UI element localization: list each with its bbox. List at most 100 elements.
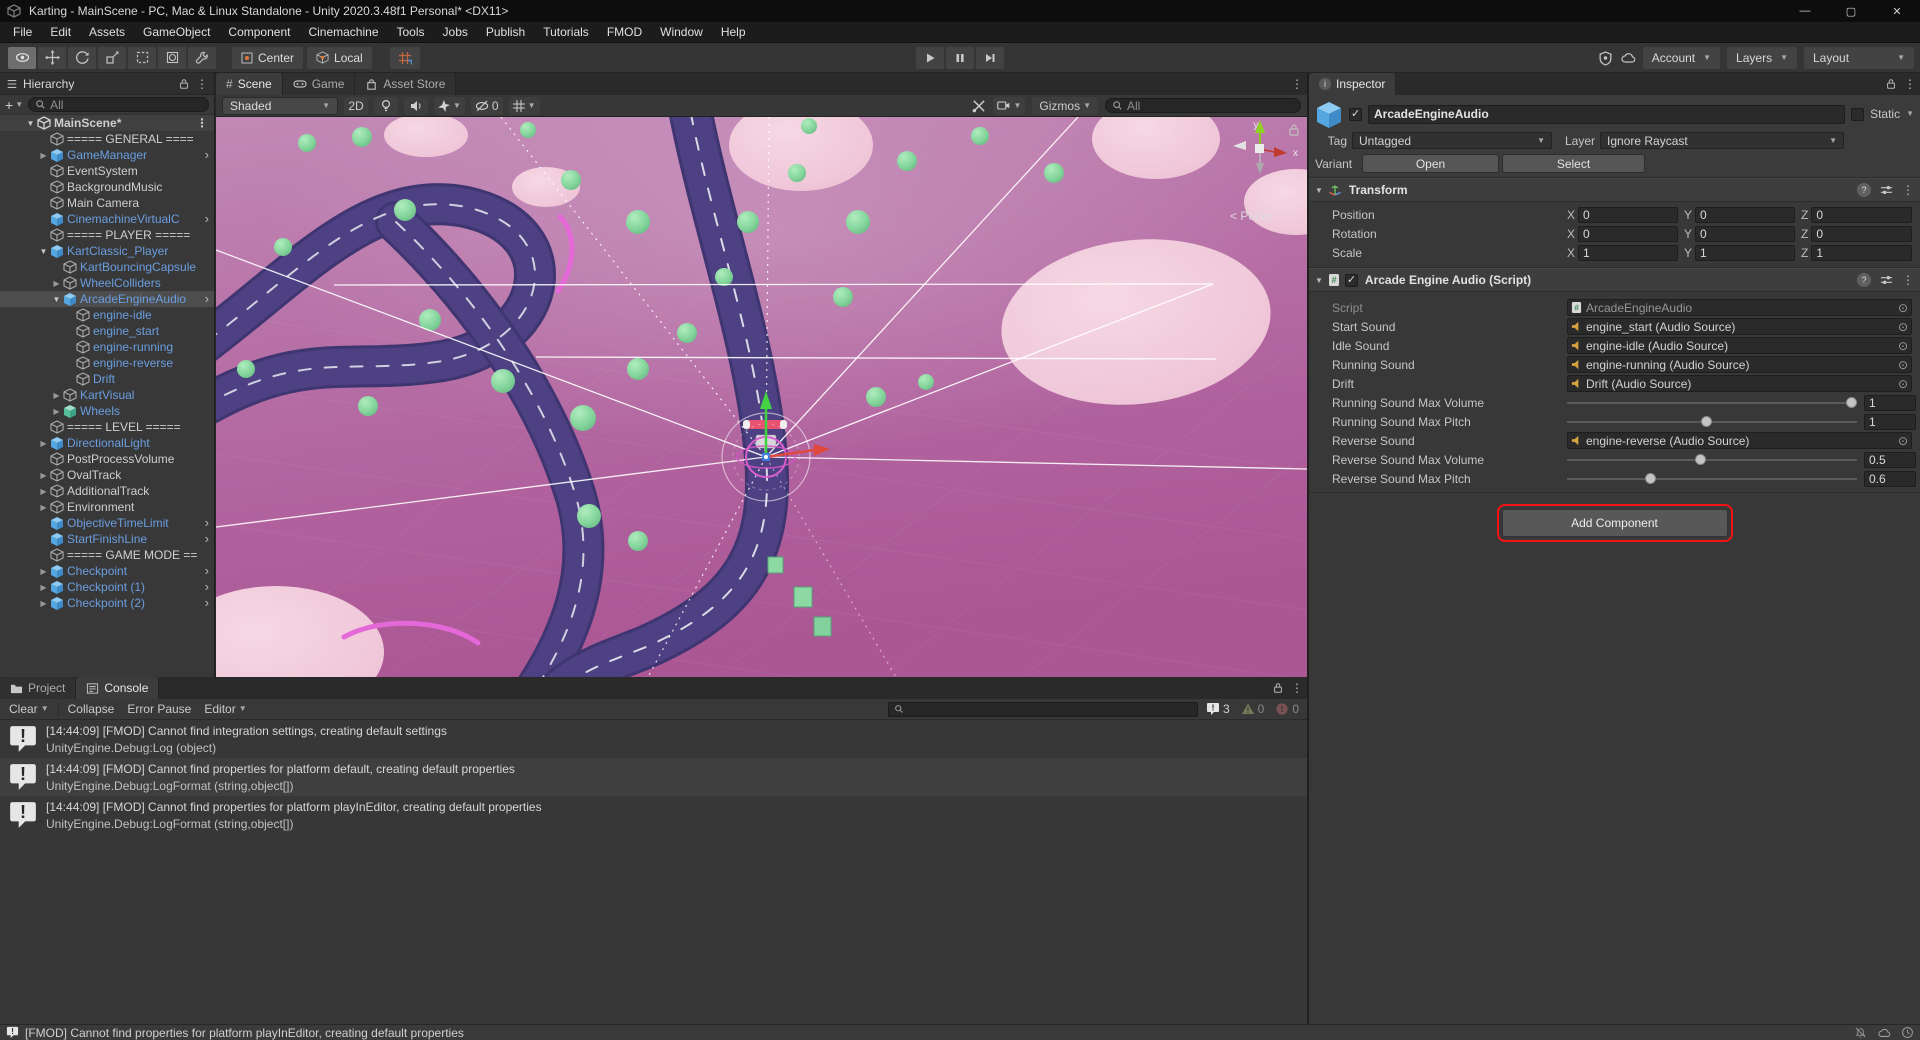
expand-icon[interactable]: ▶ xyxy=(37,583,50,592)
expand-icon[interactable]: ▼ xyxy=(24,119,37,128)
hierarchy-item-engine-start[interactable]: engine_start xyxy=(0,323,214,339)
help-icon[interactable]: ? xyxy=(1857,273,1871,287)
perspective-label[interactable]: < Persp xyxy=(1230,209,1272,223)
transform-component-header[interactable]: ▼ Transform ? ⋮ xyxy=(1309,178,1920,202)
expand-icon[interactable]: ▼ xyxy=(37,247,50,256)
expand-icon[interactable]: ▶ xyxy=(50,391,63,400)
lock-icon[interactable] xyxy=(1885,78,1897,90)
add-component-button[interactable]: Add Component xyxy=(1496,504,1733,542)
component-enabled-checkbox[interactable] xyxy=(1344,273,1358,287)
menu-edit[interactable]: Edit xyxy=(41,22,80,43)
kebab-menu-icon[interactable]: ⋮ xyxy=(1291,681,1303,695)
scene-camera-dropdown[interactable]: ▼ xyxy=(993,96,1026,115)
scene-viewport[interactable]: y x < Persp xyxy=(216,117,1307,677)
console-log-entry[interactable]: [14:44:09] [FMOD] Cannot find integratio… xyxy=(0,720,1307,758)
expand-icon[interactable]: ▶ xyxy=(37,471,50,480)
expand-icon[interactable]: ▶ xyxy=(50,279,63,288)
menu-tools[interactable]: Tools xyxy=(388,22,434,43)
object-picker-icon[interactable]: ⊙ xyxy=(1898,339,1908,353)
reverse-sound-max-volume-slider[interactable] xyxy=(1567,452,1857,468)
reverse-sound-max-pitch-input[interactable]: 0.6 xyxy=(1864,470,1916,487)
hierarchy-item-kartclassic-player[interactable]: ▼ KartClassic_Player xyxy=(0,243,214,259)
hierarchy-item-postprocessvolume[interactable]: PostProcessVolume xyxy=(0,451,214,467)
clear-button[interactable]: Clear ▼ xyxy=(5,699,53,720)
lock-icon[interactable] xyxy=(178,78,190,90)
start-sound-field[interactable]: engine_start (Audio Source) ⊙ xyxy=(1567,318,1912,335)
close-button[interactable]: ✕ xyxy=(1874,0,1920,22)
handle-rotation-button[interactable]: Local xyxy=(307,46,372,69)
kebab-menu-icon[interactable]: ⋮ xyxy=(1902,183,1914,197)
cloud-services-icon[interactable] xyxy=(1620,51,1636,65)
position-y-input[interactable]: 0 xyxy=(1695,206,1795,223)
log-count-badge[interactable]: 3 xyxy=(1203,702,1233,716)
prefab-select-button[interactable]: Select xyxy=(1502,154,1645,173)
drift-field[interactable]: Drift (Audio Source) ⊙ xyxy=(1567,375,1912,392)
menu-help[interactable]: Help xyxy=(712,22,755,43)
console-search-input[interactable] xyxy=(887,701,1198,717)
prefab-open-arrow-icon[interactable]: › xyxy=(205,516,209,530)
menu-tutorials[interactable]: Tutorials xyxy=(534,22,598,43)
object-picker-icon[interactable]: ⊙ xyxy=(1898,358,1908,372)
scene-audio-button[interactable] xyxy=(404,96,428,115)
tab-asset-store[interactable]: Asset Store xyxy=(355,73,457,95)
notifications-muted-icon[interactable] xyxy=(1854,1026,1867,1039)
pause-button[interactable] xyxy=(946,47,974,69)
hierarchy-item-level-divider[interactable]: ===== LEVEL ===== xyxy=(0,419,214,435)
scene-search-input[interactable]: All xyxy=(1105,98,1301,113)
presets-icon[interactable] xyxy=(1880,184,1893,197)
hierarchy-item-objectivetimelimit[interactable]: ObjectiveTimeLimit › xyxy=(0,515,214,531)
menu-gameobject[interactable]: GameObject xyxy=(134,22,219,43)
background-tasks-icon[interactable] xyxy=(1901,1026,1914,1039)
pivot-mode-button[interactable]: Center xyxy=(232,46,304,69)
hierarchy-item-maincamera[interactable]: Main Camera xyxy=(0,195,214,211)
kebab-menu-icon[interactable]: ⋮ xyxy=(1291,77,1303,91)
kebab-menu-icon[interactable]: ⋮ xyxy=(196,77,208,91)
prefab-open-button[interactable]: Open xyxy=(1362,154,1499,173)
expand-icon[interactable]: ▶ xyxy=(37,503,50,512)
prefab-open-arrow-icon[interactable]: › xyxy=(205,596,209,610)
active-checkbox[interactable] xyxy=(1349,107,1362,121)
hierarchy-item-eventsystem[interactable]: EventSystem xyxy=(0,163,214,179)
expand-icon[interactable]: ▶ xyxy=(37,599,50,608)
gizmos-dropdown[interactable]: Gizmos ▼ xyxy=(1032,96,1098,115)
rotation-y-input[interactable]: 0 xyxy=(1695,225,1795,242)
hierarchy-item-drift[interactable]: Drift xyxy=(0,371,214,387)
rect-tool-button[interactable] xyxy=(128,46,156,69)
tab-inspector[interactable]: i Inspector xyxy=(1309,73,1397,95)
kebab-menu-icon[interactable]: ⋮ xyxy=(1904,77,1916,91)
transform-tool-button[interactable] xyxy=(158,46,186,69)
kebab-menu-icon[interactable]: ⋮ xyxy=(1902,273,1914,287)
scale-y-input[interactable]: 1 xyxy=(1695,244,1795,261)
expand-icon[interactable]: ▶ xyxy=(37,567,50,576)
hierarchy-search-input[interactable]: All xyxy=(28,97,209,112)
scene-lighting-button[interactable] xyxy=(374,96,398,115)
position-x-input[interactable]: 0 xyxy=(1578,206,1678,223)
menu-window[interactable]: Window xyxy=(651,22,712,43)
tab-scene[interactable]: # Scene xyxy=(216,73,283,95)
script-component-header[interactable]: ▼ Arcade Engine Audio (Script) ? ⋮ xyxy=(1309,268,1920,292)
hierarchy-item-checkpoint[interactable]: ▶ Checkpoint › xyxy=(0,563,214,579)
reverse-sound-max-volume-input[interactable]: 0.5 xyxy=(1864,451,1916,468)
add-gameobject-button[interactable]: + ▼ xyxy=(5,97,23,113)
running-sound-field[interactable]: engine-running (Audio Source) ⊙ xyxy=(1567,356,1912,373)
toggle-2d-button[interactable]: 2D xyxy=(344,96,368,115)
hierarchy-item-mainscene[interactable]: ▼ MainScene* ⋮ xyxy=(0,115,214,131)
warning-count-badge[interactable]: 0 xyxy=(1238,702,1268,716)
menu-file[interactable]: File xyxy=(4,22,41,43)
menu-jobs[interactable]: Jobs xyxy=(434,22,477,43)
menu-cinemachine[interactable]: Cinemachine xyxy=(299,22,387,43)
layer-dropdown[interactable]: Ignore Raycast ▼ xyxy=(1600,132,1844,149)
hierarchy-item-ovaltrack[interactable]: ▶ OvalTrack xyxy=(0,467,214,483)
maximize-button[interactable]: ▢ xyxy=(1828,0,1874,22)
collapse-button[interactable]: Collapse xyxy=(64,699,119,720)
position-z-input[interactable]: 0 xyxy=(1811,206,1912,223)
foldout-icon[interactable]: ▼ xyxy=(1315,186,1323,195)
object-picker-icon[interactable]: ⊙ xyxy=(1898,320,1908,334)
gameobject-name-field[interactable]: ArcadeEngineAudio xyxy=(1368,104,1846,124)
layout-dropdown[interactable]: Layout ▼ xyxy=(1804,47,1914,69)
expand-icon[interactable]: ▶ xyxy=(50,407,63,416)
hierarchy-item-player-divider[interactable]: ===== PLAYER ===== xyxy=(0,227,214,243)
custom-tool-button[interactable] xyxy=(188,46,216,69)
gizmo-center-cube[interactable] xyxy=(1255,144,1264,153)
static-dropdown-icon[interactable]: ▼ xyxy=(1906,110,1914,118)
